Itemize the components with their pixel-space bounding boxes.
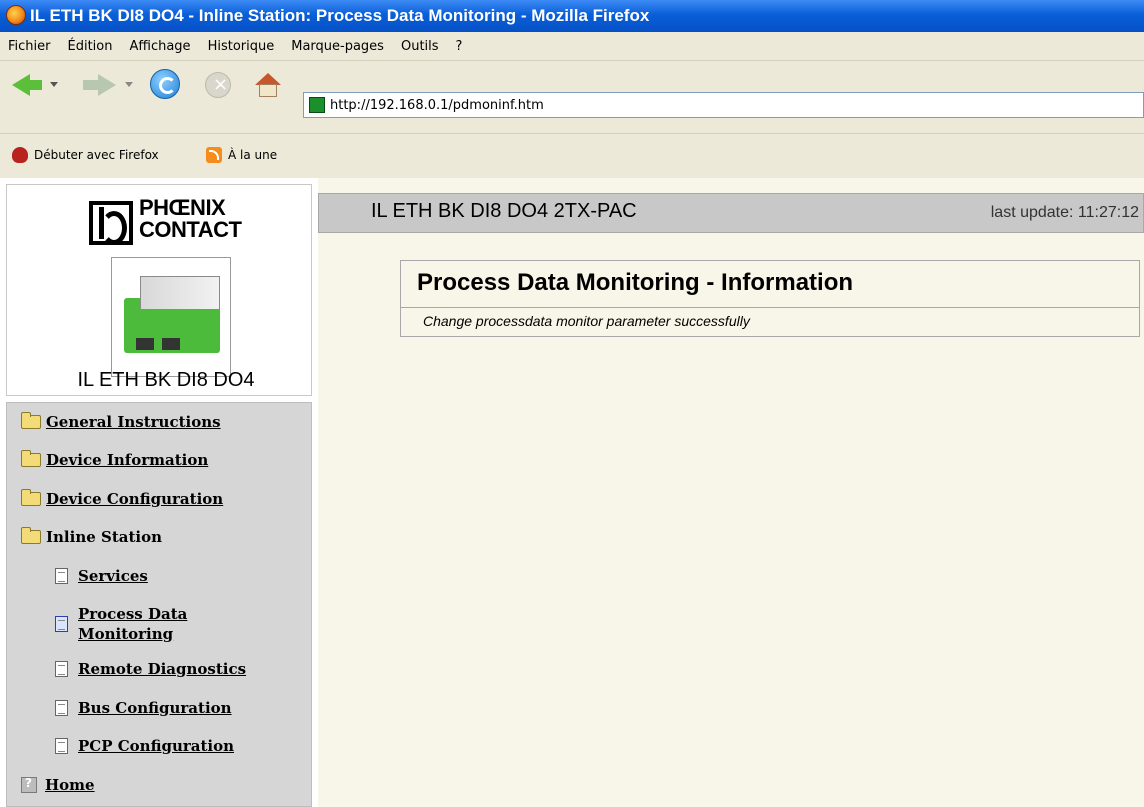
sidebar-item-label: General Instructions [46, 413, 221, 431]
folder-icon [21, 489, 41, 506]
page-content: PHŒNIX CONTACT IL ETH BK DI8 DO4 General… [0, 178, 1144, 807]
back-dropdown-icon[interactable] [50, 82, 58, 87]
menu-historique[interactable]: Historique [208, 39, 275, 54]
logo-text: PHŒNIX CONTACT [139, 195, 242, 242]
logo-area: PHŒNIX CONTACT IL ETH BK DI8 DO4 [6, 184, 312, 396]
sidebar-item-inline-station[interactable]: Inline Station [21, 527, 163, 546]
url-bar[interactable]: http://192.168.0.1/pdmoninf.htm [303, 92, 1144, 118]
home-wall [259, 84, 277, 97]
info-message: Change processdata monitor parameter suc… [423, 313, 750, 329]
window-title-bar: IL ETH BK DI8 DO4 - Inline Station: Proc… [0, 0, 1144, 32]
last-update: last update: 11:27:12 [990, 204, 1139, 221]
device-port [136, 338, 154, 350]
back-arrow-tail [28, 80, 42, 90]
sidebar-item-services[interactable]: Services [55, 567, 148, 585]
sidebar-item-remote-diagnostics[interactable]: Remote Diagnostics [55, 660, 246, 678]
device-port [162, 338, 180, 350]
sidebar-item-process-data-monitoring[interactable]: Process Data Monitoring [55, 604, 187, 644]
document-icon [55, 661, 68, 677]
sidebar-item-label: Remote Diagnostics [78, 660, 247, 678]
active-document-icon [55, 616, 68, 632]
sidebar-item-label-line2: Monitoring [78, 625, 174, 643]
window-title: IL ETH BK DI8 DO4 - Inline Station: Proc… [30, 6, 650, 25]
menu-fichier[interactable]: Fichier [8, 39, 51, 54]
device-name: IL ETH BK DI8 DO4 [77, 369, 255, 391]
forward-arrow-tail [83, 80, 98, 90]
reload-icon[interactable] [150, 69, 180, 99]
sidebar: PHŒNIX CONTACT IL ETH BK DI8 DO4 General… [0, 178, 318, 807]
firefox-bookmark-icon [12, 147, 28, 163]
site-favicon-icon [309, 97, 325, 113]
sidebar-item-general-instructions[interactable]: General Instructions [21, 412, 221, 431]
sidebar-item-label: PCP Configuration [78, 737, 235, 755]
device-top [140, 276, 220, 310]
sidebar-item-label: Process Data Monitoring [78, 604, 187, 644]
bookmark-a-la-une[interactable]: À la une [206, 147, 277, 163]
bookmark-debuter[interactable]: Débuter avec Firefox [12, 147, 159, 163]
rss-icon [206, 147, 222, 163]
folder-icon [21, 412, 41, 429]
info-panel: Process Data Monitoring - Information Ch… [400, 260, 1140, 337]
sidebar-item-label: Home [45, 776, 95, 794]
stop-icon[interactable] [205, 72, 231, 98]
forward-icon[interactable] [98, 74, 116, 96]
sidebar-item-label: Device Configuration [46, 490, 224, 508]
sidebar-item-label: Services [78, 567, 148, 585]
document-icon [55, 738, 68, 754]
sidebar-item-label: Bus Configuration [78, 699, 232, 717]
page-title: IL ETH BK DI8 DO4 2TX-PAC [371, 200, 637, 222]
menu-edition[interactable]: Édition [68, 39, 113, 54]
url-text: http://192.168.0.1/pdmoninf.htm [330, 97, 544, 113]
folder-icon [21, 450, 41, 467]
open-folder-icon [21, 527, 41, 544]
sidebar-item-home[interactable]: Home [21, 776, 95, 794]
page-header: IL ETH BK DI8 DO4 2TX-PAC last update: 1… [318, 193, 1144, 233]
sidebar-item-label: Inline Station [46, 528, 163, 546]
menu-affichage[interactable]: Affichage [129, 39, 190, 54]
forward-dropdown-icon[interactable] [125, 82, 133, 87]
divider [401, 307, 1139, 308]
sidebar-item-label-line1: Process Data [78, 605, 188, 623]
menu-bar: Fichier Édition Affichage Historique Mar… [0, 32, 1144, 60]
document-icon [55, 700, 68, 716]
sidebar-item-bus-configuration[interactable]: Bus Configuration [55, 699, 232, 717]
info-title: Process Data Monitoring - Information [417, 269, 854, 296]
menu-outils[interactable]: Outils [401, 39, 439, 54]
phoenix-contact-logo: PHŒNIX CONTACT [89, 197, 281, 245]
sidebar-nav: General Instructions Device Information … [6, 402, 312, 807]
home-icon[interactable] [255, 73, 281, 97]
sidebar-item-device-configuration[interactable]: Device Configuration [21, 489, 224, 508]
device-photo [111, 257, 231, 377]
sidebar-item-label: Device Information [46, 451, 209, 469]
bookmark-label: Débuter avec Firefox [34, 148, 159, 162]
document-icon [55, 568, 68, 584]
logo-mark-icon [89, 201, 133, 245]
home-page-icon [21, 776, 37, 793]
sidebar-item-device-information[interactable]: Device Information [21, 450, 209, 469]
bookmarks-toolbar: Débuter avec Firefox À la une [0, 133, 1144, 177]
firefox-icon [6, 5, 26, 25]
bookmark-label: À la une [228, 148, 278, 162]
menu-marque-pages[interactable]: Marque-pages [291, 39, 384, 54]
menu-help[interactable]: ? [456, 39, 463, 54]
sidebar-item-pcp-configuration[interactable]: PCP Configuration [55, 737, 234, 755]
